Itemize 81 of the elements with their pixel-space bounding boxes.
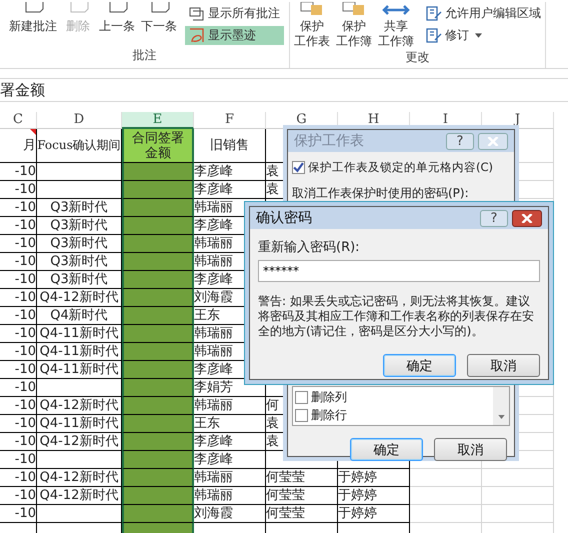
ribbon-button[interactable]: 新建批注	[7, 2, 59, 34]
dialog-title: 保护工作表	[294, 132, 365, 150]
ribbon-button[interactable]: 显示所有批注	[185, 4, 284, 23]
scrollbar[interactable]	[493, 387, 509, 425]
table-cell: -10	[0, 325, 37, 343]
table-cell: -10	[0, 343, 37, 361]
table-cell: -10	[0, 163, 37, 181]
column-header[interactable]: F	[194, 112, 266, 129]
table-cell: -10	[0, 469, 37, 487]
table-cell: -10	[0, 235, 37, 253]
table-cell: 李彦峰	[194, 451, 266, 469]
header-cell: 旧销售	[194, 129, 266, 163]
table-cell: -10	[0, 433, 37, 451]
dialog-button[interactable]: 取消	[434, 438, 507, 461]
table-cell: -10	[0, 307, 37, 325]
table-cell: -10	[0, 487, 37, 505]
header-cell: 月	[0, 129, 37, 163]
table-cell: 于婷婷	[338, 505, 410, 523]
ribbon-button[interactable]: 保护 工作表	[292, 2, 332, 49]
table-cell: 李彦峰	[194, 181, 266, 199]
dialog-button[interactable]: 确定	[383, 354, 456, 377]
header-cell: 合同签署金额	[122, 129, 194, 163]
down-arrow-icon	[498, 415, 504, 419]
table-cell: -10	[0, 217, 37, 235]
table-cell: -10	[0, 289, 37, 307]
table-cell: -10	[0, 361, 37, 379]
table-cell: -10	[0, 271, 37, 289]
close-button[interactable]	[512, 210, 542, 226]
table-cell: 李彦峰	[194, 163, 266, 181]
caret-icon	[475, 33, 482, 38]
notes-icon	[189, 6, 205, 22]
help-button[interactable]: ?	[480, 210, 508, 226]
column-header[interactable]: C	[0, 112, 37, 129]
edit-icon	[426, 6, 442, 22]
ribbon-button[interactable]: 允许用户编辑区域	[422, 4, 545, 23]
close-icon	[521, 214, 533, 222]
ribbon-button[interactable]: 下一条	[139, 2, 179, 34]
arrows-icon	[381, 2, 411, 16]
table-cell: 何莹莹	[266, 505, 338, 523]
table-cell: 刘海霞	[194, 505, 266, 523]
formula-bar-text: 署金额	[0, 80, 45, 100]
table-cell: 韩瑞丽	[194, 397, 266, 415]
group-label: 批注	[132, 47, 156, 64]
table-cell: 于婷婷	[338, 469, 410, 487]
ribbon-button[interactable]: 上一条	[97, 2, 137, 34]
check-icon	[293, 162, 304, 173]
column-header[interactable]: E	[122, 112, 194, 129]
dialog-button[interactable]: 取消	[467, 354, 540, 377]
help-button[interactable]: ?	[446, 132, 474, 150]
track-icon	[426, 28, 442, 44]
table-cell	[482, 469, 554, 487]
ribbon-button[interactable]: 显示墨迹	[185, 26, 284, 45]
table-cell: 韩瑞丽	[194, 469, 266, 487]
group-label: 更改	[406, 49, 430, 66]
ribbon-button[interactable]: 修订	[422, 26, 545, 45]
dialog-button[interactable]: 确定	[350, 438, 423, 461]
table-cell	[410, 505, 482, 523]
table-cell: -10	[0, 451, 37, 469]
column-header[interactable]: D	[37, 112, 122, 129]
table-cell: 何莹莹	[266, 469, 338, 487]
table-cell: -10	[0, 199, 37, 217]
password-field[interactable]: ******	[258, 260, 540, 282]
table-cell: -10	[0, 181, 37, 199]
close-icon	[487, 136, 499, 146]
table-cell: -10	[0, 505, 37, 523]
table-cell: 于婷婷	[338, 487, 410, 505]
table-cell	[410, 469, 482, 487]
table-cell: -10	[0, 379, 37, 397]
ink-icon	[189, 28, 205, 44]
table-cell	[482, 505, 554, 523]
table-cell: 何莹莹	[266, 487, 338, 505]
table-cell: -10	[0, 397, 37, 415]
table-cell: 韩瑞丽	[194, 487, 266, 505]
ribbon-button[interactable]: 保护 工作簿	[334, 2, 374, 49]
table-cell: -10	[0, 253, 37, 271]
table-cell	[410, 487, 482, 505]
ribbon-button[interactable]: 共享 工作簿	[376, 2, 416, 49]
table-cell: 李彦峰	[194, 433, 266, 451]
table-cell	[482, 487, 554, 505]
table-cell: 王东	[194, 415, 266, 433]
table-cell: -10	[0, 415, 37, 433]
